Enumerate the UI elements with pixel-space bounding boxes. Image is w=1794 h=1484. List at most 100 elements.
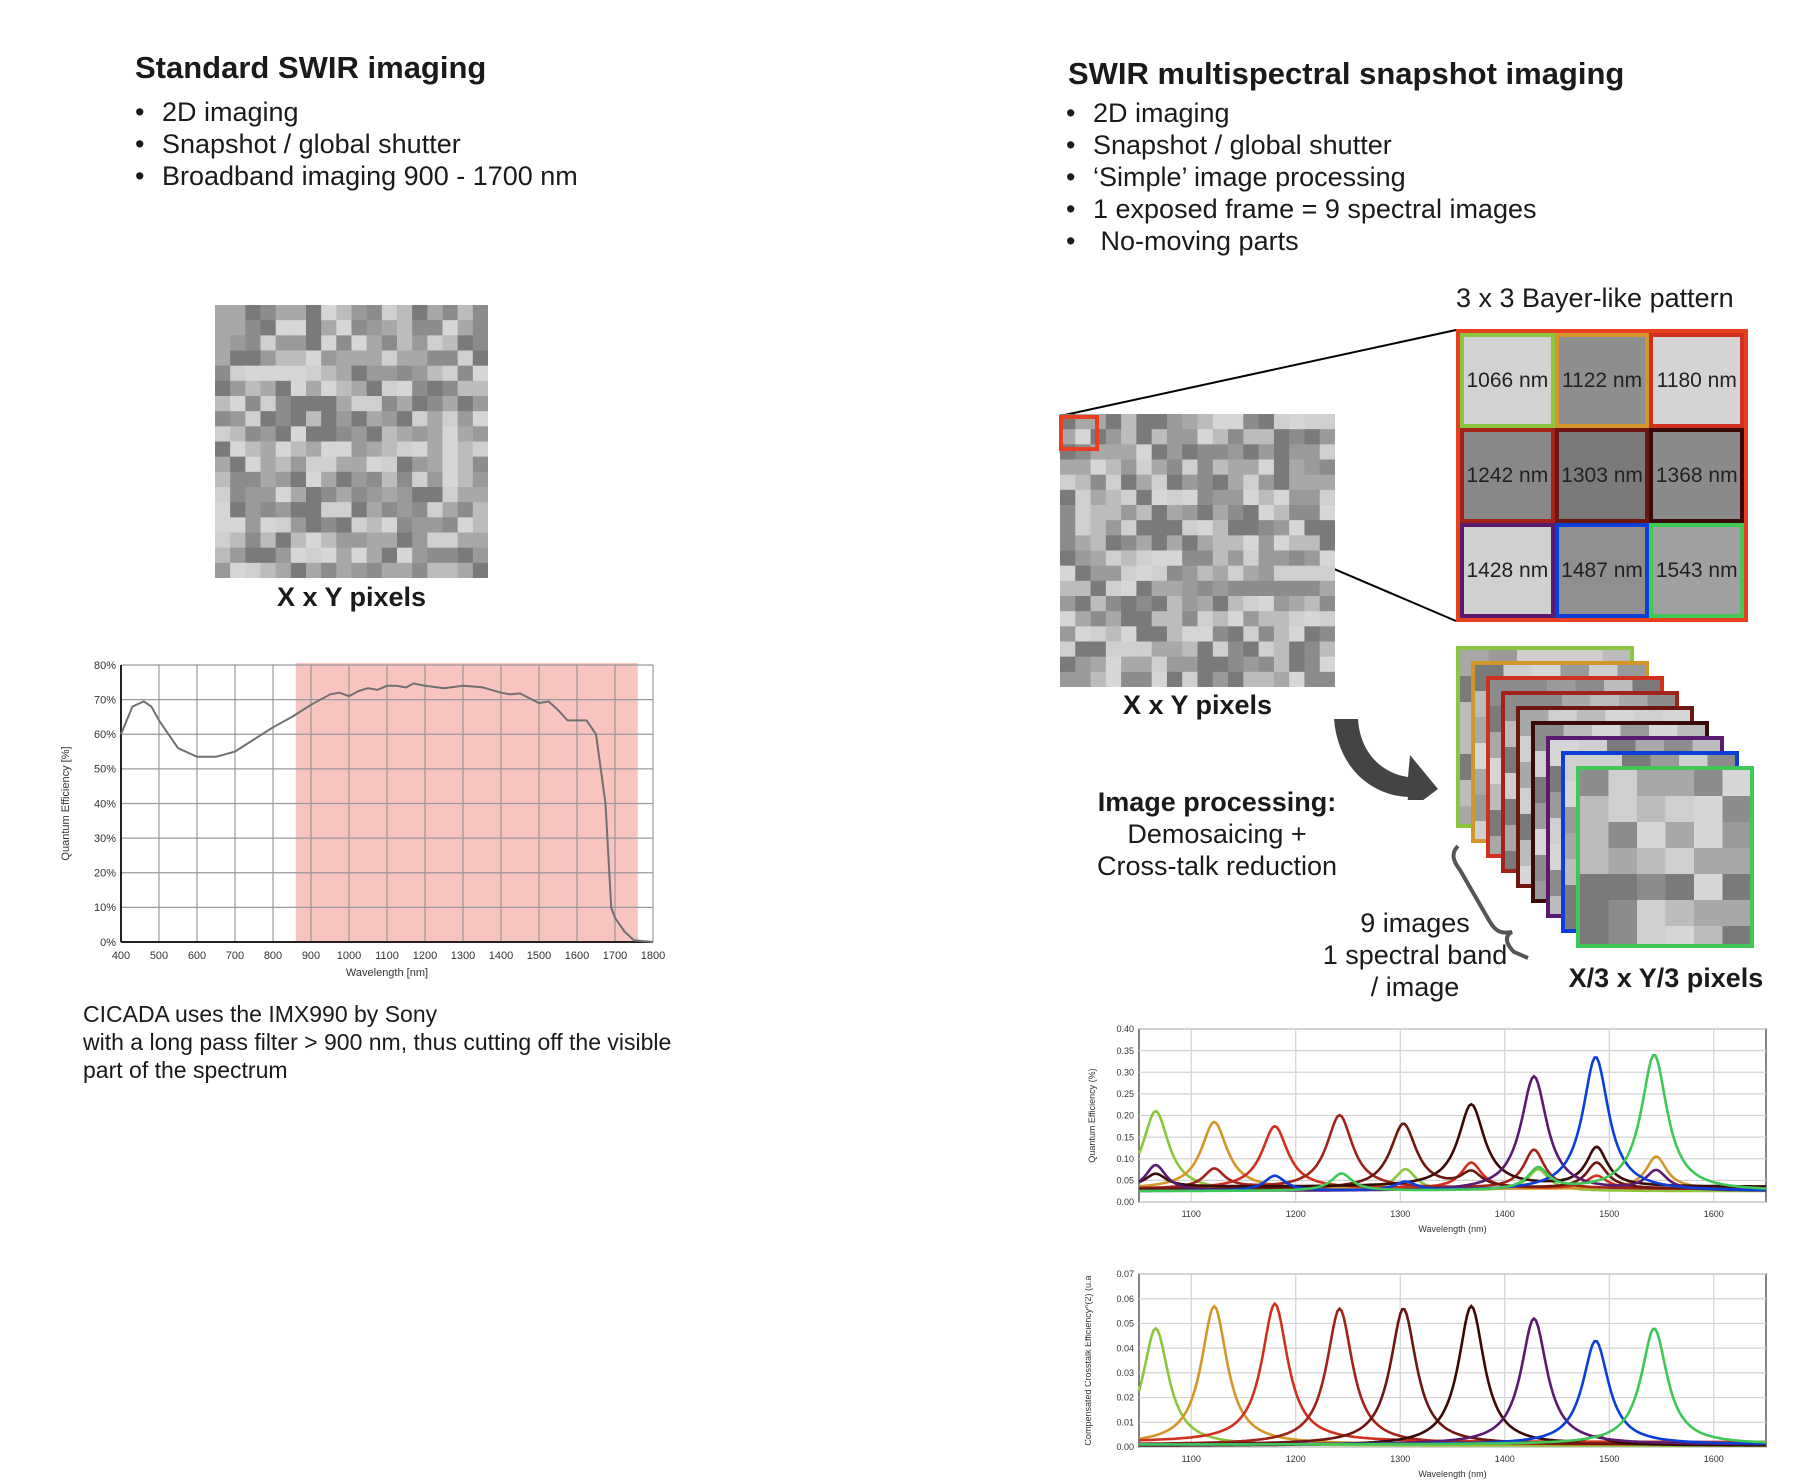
mosaic-pixel bbox=[1136, 459, 1153, 476]
mosaic-pixel bbox=[1258, 505, 1275, 521]
mosaic-pixel bbox=[1304, 671, 1321, 687]
mosaic-pixel bbox=[1182, 489, 1198, 506]
mosaic-pixel bbox=[1243, 611, 1260, 627]
mosaic-pixel bbox=[1105, 505, 1122, 521]
mosaic-pixel bbox=[1304, 580, 1321, 597]
mosaic-pixel bbox=[1243, 565, 1260, 582]
mosaic-pixel bbox=[1258, 596, 1275, 612]
bayer-pattern-grid: 1066 nm 1122 nm 1180 nm 1242 nm 1303 nm 1368 … bbox=[1456, 329, 1748, 622]
processing-line: Demosaicing + bbox=[1127, 819, 1307, 849]
mosaic-pixel bbox=[1166, 505, 1183, 521]
mosaic-pixel bbox=[1289, 505, 1305, 521]
mosaic-pixel bbox=[1304, 520, 1321, 536]
mosaic-pixel bbox=[1105, 641, 1122, 658]
mosaic-pixel bbox=[1228, 414, 1244, 430]
processing-title: Image processing: bbox=[1097, 787, 1337, 817]
mosaic-pixel bbox=[1121, 550, 1137, 567]
mosaic-pixel bbox=[1289, 641, 1305, 658]
mosaic-pixel bbox=[1289, 444, 1305, 460]
mosaic-pixel bbox=[1304, 505, 1321, 521]
x-tick-label: 1100 bbox=[1182, 1209, 1201, 1219]
mosaic-pixel bbox=[1319, 596, 1335, 612]
mosaic-pixel bbox=[1151, 550, 1168, 567]
mosaic-pixel bbox=[1151, 535, 1168, 551]
mosaic-pixel bbox=[1136, 671, 1153, 687]
mosaic-pixel bbox=[1121, 474, 1137, 491]
mosaic-pixel bbox=[1197, 626, 1214, 642]
mosaic-pixel bbox=[1258, 414, 1275, 430]
mosaic-pixel bbox=[1090, 641, 1107, 658]
mosaic-pixel bbox=[1060, 520, 1076, 536]
mosaic-pixel bbox=[1182, 459, 1198, 476]
x-tick-label: 1300 bbox=[1390, 1209, 1410, 1219]
mosaic-pixel bbox=[1304, 641, 1321, 658]
mosaic-pixel bbox=[1289, 459, 1305, 476]
mosaic-pixel bbox=[1273, 580, 1290, 597]
x-tick-label: 1500 bbox=[1599, 1454, 1619, 1464]
mosaic-pixel bbox=[1243, 459, 1260, 476]
mosaic-pixel bbox=[1105, 565, 1122, 582]
mosaic-pixel bbox=[1228, 535, 1244, 551]
mosaic-pixel bbox=[1212, 641, 1229, 658]
mosaic-pixel bbox=[1166, 520, 1183, 536]
mosaic-pixel bbox=[1166, 641, 1183, 658]
mosaic-pixel bbox=[1228, 489, 1244, 506]
mosaic-pixel bbox=[1075, 550, 1092, 567]
mosaic-pixel bbox=[1228, 580, 1244, 597]
mosaic-pixel bbox=[1273, 671, 1290, 687]
mosaic-pixel bbox=[1151, 611, 1168, 627]
processing-line: Cross-talk reduction bbox=[1096, 851, 1338, 881]
processing-block: Image processing: Demosaicing + Cross-ta… bbox=[1060, 786, 1374, 882]
mosaic-pixel bbox=[1243, 550, 1260, 567]
mosaic-pixel bbox=[1060, 474, 1076, 491]
mosaic-pixel bbox=[1319, 535, 1335, 551]
mosaic-pixel bbox=[1289, 626, 1305, 642]
mosaic-pixel bbox=[1090, 565, 1107, 582]
bayer-cell: 1543 nm bbox=[1649, 523, 1745, 618]
mosaic-pixel bbox=[1121, 641, 1137, 658]
y-tick-label: 0.35 bbox=[1116, 1046, 1134, 1056]
mosaic-pixel bbox=[1136, 520, 1153, 536]
mosaic-pixel bbox=[1075, 596, 1092, 612]
mosaic-pixel bbox=[1075, 671, 1092, 687]
mosaic-pixel bbox=[1304, 535, 1321, 551]
mosaic-pixel bbox=[1182, 474, 1198, 491]
mosaic-pixel bbox=[1273, 565, 1290, 582]
mosaic-pixel bbox=[1289, 580, 1305, 597]
mosaic-pixel bbox=[1273, 656, 1290, 673]
mosaic-pixel bbox=[1319, 429, 1335, 445]
mosaic-pixel bbox=[1243, 489, 1260, 506]
mosaic-pixel bbox=[1166, 459, 1183, 476]
mosaic-pixel bbox=[1289, 656, 1305, 673]
mosaic-pixel bbox=[1151, 414, 1168, 430]
sensor-mosaic-image bbox=[1060, 414, 1335, 687]
bayer-cell: 1242 nm bbox=[1460, 428, 1555, 523]
stack-caption-line: 1 spectral band bbox=[1322, 940, 1508, 970]
mosaic-pixel bbox=[1090, 671, 1107, 687]
y-tick-label: 0.15 bbox=[1116, 1132, 1134, 1142]
slide: Standard SWIR imaging 2D imaging Snapsho… bbox=[0, 0, 1794, 1484]
mosaic-pixel bbox=[1258, 565, 1275, 582]
mosaic-pixel bbox=[1060, 596, 1076, 612]
mosaic-pixel bbox=[1105, 596, 1122, 612]
mosaic-pixel bbox=[1228, 550, 1244, 567]
mosaic-pixel bbox=[1243, 641, 1260, 658]
mosaic-pixel bbox=[1121, 565, 1137, 582]
y-tick-label: 0.06 bbox=[1116, 1294, 1134, 1304]
mosaic-pixel bbox=[1105, 444, 1122, 460]
mosaic-pixel bbox=[1151, 444, 1168, 460]
mosaic-pixel bbox=[1258, 474, 1275, 491]
stack-caption: 9 images 1 spectral band / image bbox=[1300, 907, 1530, 1003]
mosaic-pixel bbox=[1258, 611, 1275, 627]
qe-chart-spectral-bands: 0.00 0.05 0.10 0.15 0.20 0.25 0.30 0.35 0.40 1100… bbox=[1087, 1024, 1767, 1234]
mosaic-pixel bbox=[1197, 596, 1214, 612]
mosaic-pixel bbox=[1166, 535, 1183, 551]
mosaic-pixel bbox=[1289, 414, 1305, 430]
mosaic-pixel bbox=[1121, 444, 1137, 460]
mosaic-pixel bbox=[1319, 671, 1335, 687]
y-tick-label: 0.00 bbox=[1116, 1442, 1134, 1452]
mosaic-pixel bbox=[1273, 611, 1290, 627]
spectral-image-layer bbox=[1576, 766, 1754, 948]
mosaic-pixel bbox=[1212, 596, 1229, 612]
mosaic-pixel bbox=[1182, 550, 1198, 567]
